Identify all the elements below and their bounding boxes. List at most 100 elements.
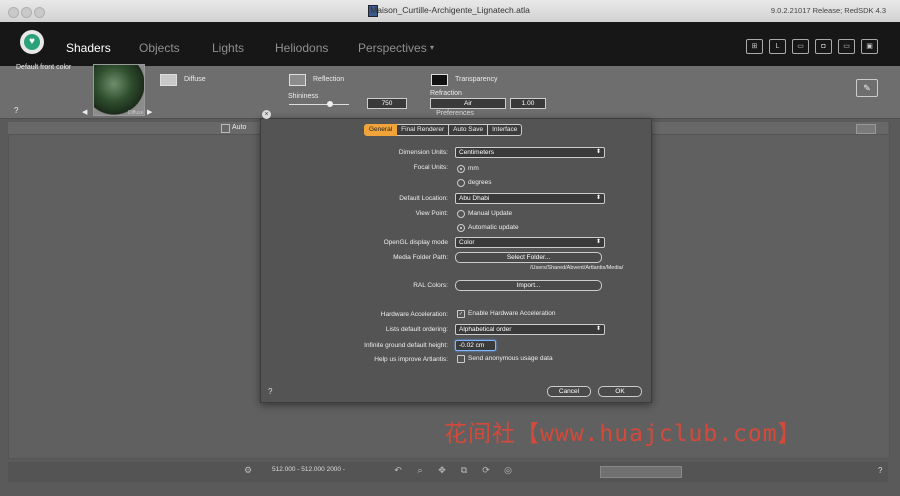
transparency-swatch[interactable] [431, 74, 448, 86]
refraction-select[interactable]: Air [430, 98, 506, 109]
ok-button[interactable]: OK [598, 386, 642, 397]
navigation-icon[interactable]: ◎ [502, 465, 514, 475]
heart-icon: ♥ [24, 34, 40, 50]
refraction-label: Refraction [430, 90, 462, 97]
shininess-slider[interactable] [289, 104, 349, 105]
tab-interface[interactable]: Interface [488, 124, 523, 136]
viewport-help-icon[interactable]: ? [878, 466, 882, 475]
thumb-caption: Diffuse [128, 110, 144, 116]
views-icon[interactable]: ▭ [792, 39, 809, 54]
shininess-slider-thumb[interactable] [327, 101, 333, 107]
view-manual-label: Manual Update [468, 210, 513, 217]
improve-label: Help us improve Artlantis: [374, 356, 448, 363]
coordinates-readout: 512.000 - 512.000 2000 - [272, 466, 346, 473]
ruler-icon[interactable]: L [769, 39, 786, 54]
cancel-button[interactable]: Cancel [547, 386, 591, 397]
dimension-units-value: Centimeters [459, 149, 495, 156]
prev-arrow-icon[interactable]: ◀ [82, 108, 87, 116]
focal-degrees-label: degrees [468, 179, 492, 186]
tab-final-renderer[interactable]: Final Renderer [397, 124, 450, 136]
help-icon[interactable]: ? [14, 106, 18, 115]
default-color-label: Default front color [16, 64, 72, 71]
stepper-icon: ⬍ [595, 326, 601, 332]
render-icon[interactable]: ▣ [861, 39, 878, 54]
media-path: /Users/Shared/Abvent/Artlantis/Media/ [530, 265, 624, 271]
viewport-options-icon[interactable] [856, 124, 876, 134]
version-label: 9.0.2.21017 Release; RedSDK 4.3 [770, 6, 886, 15]
nav-lights[interactable]: Lights [212, 41, 244, 55]
lists-ordering-label: Lists default ordering: [385, 326, 448, 333]
ground-height-input[interactable]: -0.02 cm [455, 340, 496, 351]
dimension-units-label: Dimension Units: [398, 149, 448, 156]
opengl-value: Color [459, 239, 475, 246]
catalog-icon[interactable]: ⊞ [746, 39, 763, 54]
default-location-select[interactable]: Abu Dhabi ⬍ [455, 193, 605, 204]
undo-icon[interactable]: ↶ [392, 465, 404, 475]
app-logo[interactable]: ♥ [20, 30, 44, 54]
stepper-icon: ⬍ [595, 149, 601, 155]
hw-accel-value: Enable Hardware Acceleration [468, 310, 556, 317]
focal-degrees-radio[interactable] [457, 179, 465, 187]
media-folder-label: Media Folder Path: [393, 254, 448, 261]
nav-objects[interactable]: Objects [139, 41, 180, 55]
rotate-icon[interactable]: ⟳ [480, 465, 492, 475]
diffuse-swatch[interactable] [160, 74, 177, 86]
gear-icon[interactable]: ⚙ [242, 465, 254, 475]
transparency-label: Transparency [455, 76, 498, 83]
opengl-select[interactable]: Color ⬍ [455, 237, 605, 248]
timeline-scrubber[interactable] [600, 466, 682, 478]
auto-label: Auto [232, 124, 247, 131]
nav-shaders[interactable]: Shaders [66, 41, 111, 55]
default-location-label: Default Location: [399, 195, 448, 202]
stepper-icon: ⬍ [595, 195, 601, 201]
lists-ordering-value: Alphabetical order [459, 326, 512, 333]
refraction-value[interactable]: 1.00 [510, 98, 546, 109]
hw-accel-checkbox[interactable]: ✓ [457, 310, 465, 318]
main-navbar [0, 22, 900, 66]
next-arrow-icon[interactable]: ▶ [147, 108, 152, 116]
camera-icon[interactable]: ◘ [815, 39, 832, 54]
perspectives-caret-icon[interactable]: ▾ [430, 43, 434, 52]
view-manual-radio[interactable] [457, 210, 465, 218]
usage-data-label: Send anonymous usage data [468, 355, 553, 362]
focal-mm-radio[interactable] [457, 165, 465, 173]
dialog-help-icon[interactable]: ? [268, 387, 272, 396]
dimension-units-select[interactable]: Centimeters ⬍ [455, 147, 605, 158]
wrench-icon[interactable]: ✎ [856, 79, 878, 97]
viewport-footer [8, 462, 888, 482]
diffuse-label: Diffuse [184, 76, 206, 83]
reflection-swatch[interactable] [289, 74, 306, 86]
dialog-title: Preferences [436, 110, 474, 117]
ground-height-label: Infinite ground default height: [364, 342, 448, 349]
shader-thumbnail[interactable] [93, 64, 145, 116]
pan-icon[interactable]: ✥ [436, 465, 448, 475]
usage-data-checkbox[interactable] [457, 355, 465, 363]
focal-units-label: Focal Units: [413, 164, 448, 171]
import-button[interactable]: Import... [455, 280, 602, 291]
auto-checkbox[interactable] [221, 124, 230, 133]
default-location-value: Abu Dhabi [459, 195, 490, 202]
hw-accel-label: Hardware Acceleration: [380, 311, 448, 318]
shininess-label: Shininess [288, 93, 319, 100]
reflection-label: Reflection [313, 76, 345, 83]
tab-general[interactable]: General [364, 124, 398, 136]
close-icon[interactable]: × [262, 110, 271, 119]
fit-icon[interactable]: ⧉ [458, 465, 470, 475]
ral-colors-label: RAL Colors: [413, 282, 448, 289]
opengl-label: OpenGL display mode [383, 239, 448, 246]
lists-ordering-select[interactable]: Alphabetical order ⬍ [455, 324, 605, 335]
nav-heliodons[interactable]: Heliodons [275, 41, 328, 55]
view-auto-label: Automatic update [468, 224, 519, 231]
zoom-icon[interactable]: ⌕ [414, 465, 426, 475]
focal-mm-label: mm [468, 165, 479, 172]
watermark: 花间社【www.huajclub.com】 [444, 421, 802, 447]
nav-perspectives[interactable]: Perspectives [358, 41, 427, 55]
view-auto-radio[interactable] [457, 224, 465, 232]
select-folder-button[interactable]: Select Folder... [455, 252, 602, 263]
stepper-icon: ⬍ [595, 239, 601, 245]
tab-auto-save[interactable]: Auto Save [449, 124, 489, 136]
window-title: Maison_Curtille-Archigente_Lignatech.atl… [370, 5, 530, 15]
shininess-value[interactable]: 750 [367, 98, 407, 109]
window-icon[interactable]: ▭ [838, 39, 855, 54]
view-point-label: View Point: [415, 210, 448, 217]
